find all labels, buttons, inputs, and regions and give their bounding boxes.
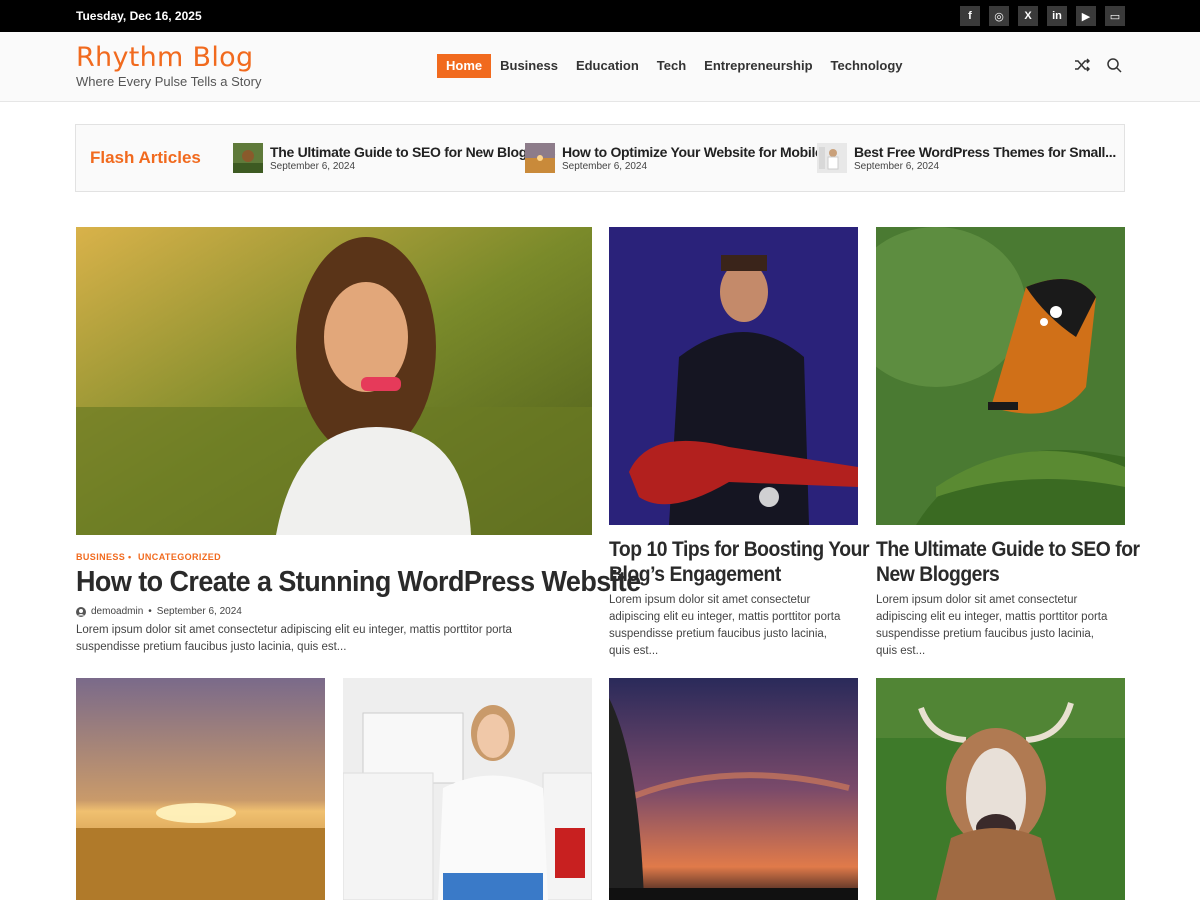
site-title[interactable]: Rhythm Blog [76,42,253,73]
flash-articles: Flash Articles The Ultimate Guide to SEO… [75,124,1125,192]
nav-item-education[interactable]: Education [567,54,648,78]
excerpt-line: adipiscing elit eu integer, mattis portt… [609,611,841,623]
flash-item-date: September 6, 2024 [562,161,648,172]
flash-thumbnail[interactable] [525,143,555,173]
excerpt-line: Lorem ipsum dolor sit amet consectetur [609,594,811,606]
flash-item-date: September 6, 2024 [270,161,356,172]
post-image[interactable] [343,678,592,900]
excerpt-line: suspendisse pretium faucibus justo lacin… [76,641,347,653]
youtube-icon[interactable]: ▶ [1076,6,1096,26]
post-title[interactable]: Top 10 Tips for Boosting Your Blog’s Eng… [609,537,869,587]
current-date: Tuesday, Dec 16, 2025 [76,9,202,23]
post-image[interactable] [876,678,1125,900]
post-excerpt: Lorem ipsum dolor sit amet consectetur a… [76,622,592,656]
excerpt-line: quis est... [876,645,926,657]
flash-item-title[interactable]: Best Free WordPress Themes for Small... [854,144,1116,160]
top-bar: Tuesday, Dec 16, 2025 f ◎ X in ▶ ▭ [0,0,1200,32]
post-date: September 6, 2024 [156,606,242,617]
post-image[interactable] [876,227,1125,525]
post-author[interactable]: demoadmin [91,606,143,617]
post-meta: demoadmin • September 6, 2024 [76,606,242,617]
nav-item-home[interactable]: Home [437,54,492,78]
instagram-icon[interactable]: ◎ [989,6,1009,26]
post-title[interactable]: The Ultimate Guide to SEO for New Blogge… [876,537,1140,587]
meta-separator: • [148,606,152,617]
flash-item-date: September 6, 2024 [854,161,940,172]
header-actions [1074,57,1122,73]
nav-item-technology[interactable]: Technology [822,54,912,78]
site-header: Rhythm Blog Where Every Pulse Tells a St… [0,32,1200,102]
post-title-line[interactable]: Top 10 Tips for Boosting Your [609,537,869,562]
post-excerpt: Lorem ipsum dolor sit amet consectetur a… [876,592,1136,660]
post-image[interactable] [609,227,858,525]
excerpt-line: suspendisse pretium faucibus justo lacin… [876,628,1094,640]
site-tagline: Where Every Pulse Tells a Story [76,74,262,89]
featured-post-image[interactable] [76,227,592,535]
post-title-line[interactable]: The Ultimate Guide to SEO for [876,537,1140,562]
search-icon[interactable] [1106,57,1122,73]
category-separator: • [128,552,132,562]
x-icon[interactable]: X [1018,6,1038,26]
post-excerpt: Lorem ipsum dolor sit amet consectetur a… [609,592,869,660]
excerpt-line: Lorem ipsum dolor sit amet consectetur a… [76,624,512,636]
excerpt-line: adipiscing elit eu integer, mattis portt… [876,611,1108,623]
featured-post-title[interactable]: How to Create a Stunning WordPress Websi… [76,566,641,599]
flash-articles-label: Flash Articles [90,148,201,167]
category-link-uncategorized[interactable]: UNCATEGORIZED [138,552,221,562]
excerpt-line: Lorem ipsum dolor sit amet consectetur [876,594,1078,606]
facebook-icon[interactable]: f [960,6,980,26]
flash-thumbnail[interactable] [233,143,263,173]
linkedin-icon[interactable]: in [1047,6,1067,26]
social-links: f ◎ X in ▶ ▭ [960,6,1125,26]
post-image[interactable] [609,678,858,900]
nav-item-tech[interactable]: Tech [648,54,695,78]
category-link-business[interactable]: BUSINESS [76,552,125,562]
excerpt-line: quis est... [609,645,659,657]
main-nav: Home Business Education Tech Entrepreneu… [437,54,912,78]
nav-item-business[interactable]: Business [491,54,567,78]
flash-item-title[interactable]: The Ultimate Guide to SEO for New Blogge… [270,144,556,160]
post-title-line[interactable]: New Bloggers [876,562,1140,587]
shuffle-icon[interactable] [1074,57,1090,73]
user-icon [76,606,86,617]
twitch-icon[interactable]: ▭ [1105,6,1125,26]
post-title-line[interactable]: Blog’s Engagement [609,562,869,587]
flash-item-title[interactable]: How to Optimize Your Website for Mobile.… [562,144,834,160]
nav-item-entrepreneurship[interactable]: Entrepreneurship [695,54,821,78]
excerpt-line: suspendisse pretium faucibus justo lacin… [609,628,827,640]
flash-thumbnail[interactable] [817,143,847,173]
post-image[interactable] [76,678,325,900]
